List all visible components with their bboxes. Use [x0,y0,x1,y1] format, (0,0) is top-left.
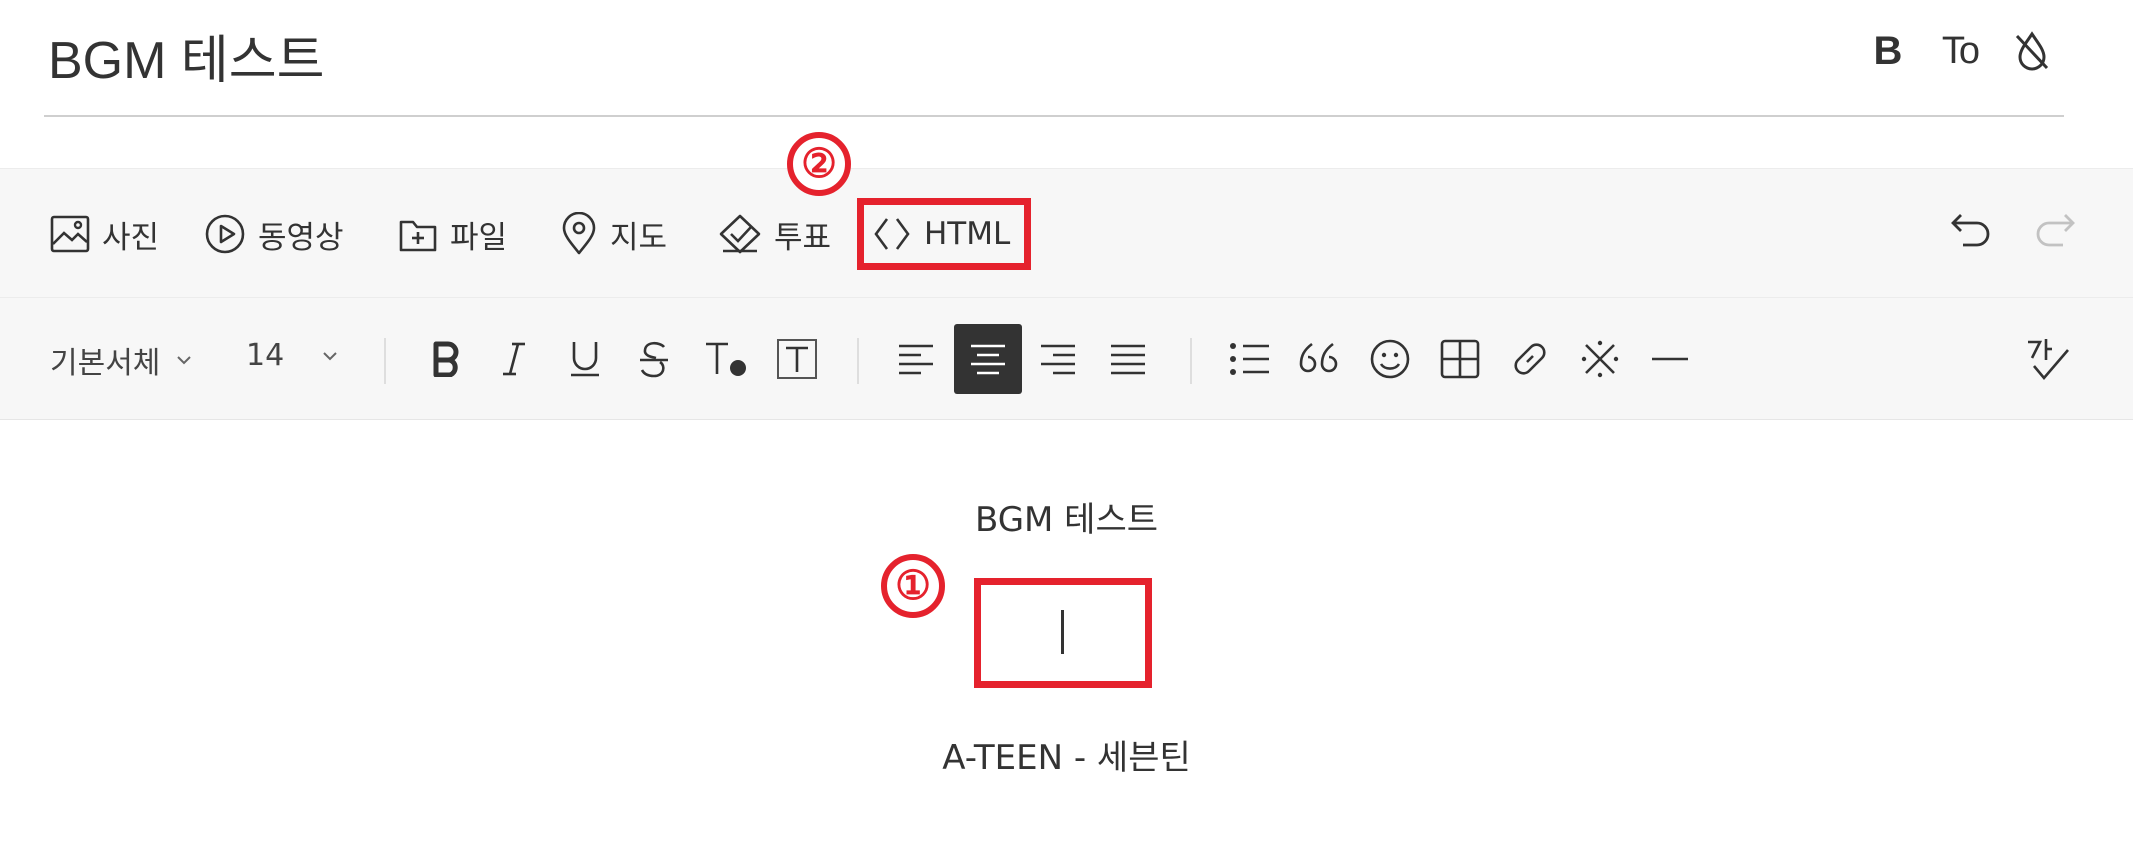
chevron-down-icon [323,351,337,360]
annotation-badge-1: ① [881,554,945,618]
strikethrough-button[interactable] [620,324,688,394]
vote-check-icon [718,213,762,255]
align-center-icon [971,344,1005,375]
title-color-button[interactable] [2009,28,2055,74]
undo-icon[interactable] [1949,209,1993,254]
title-divider [44,115,2064,117]
insert-file-button[interactable]: 파일 [398,207,507,261]
special-char-button[interactable] [1566,324,1634,394]
bold-button[interactable] [412,324,480,394]
title-tools: B To [1865,28,2055,74]
align-left-icon [899,344,933,375]
title-area: BGM 테스트 B To [0,0,2133,118]
text-color-icon [706,342,746,376]
toolbar-divider [857,338,859,384]
italic-icon [503,342,525,376]
history-controls [1949,209,2077,254]
insert-map-button[interactable]: 지도 [560,207,667,261]
text-color-button[interactable] [692,324,760,394]
table-icon [1440,339,1480,379]
toolbar-divider [384,338,386,384]
insert-vote-button[interactable]: 투표 [718,207,831,261]
bullet-list-button[interactable] [1216,324,1284,394]
folder-plus-icon [398,214,438,254]
insert-map-label: 지도 [610,219,668,256]
table-button[interactable] [1426,324,1494,394]
horizontal-rule-icon [1652,357,1688,361]
align-right-button[interactable] [1024,324,1092,394]
content-heading-line[interactable]: BGM 테스트 [0,492,2133,541]
insert-vote-label: 투표 [774,219,832,256]
italic-button[interactable] [480,324,548,394]
text-background-button[interactable] [763,324,831,394]
underline-icon [571,342,599,377]
special-char-icon [1581,340,1619,378]
font-size-select[interactable]: 14 [246,338,338,373]
font-family-value: 기본서체 [50,346,161,381]
image-icon [50,214,90,254]
title-bold-button[interactable]: B [1865,28,1911,74]
map-pin-icon [560,212,598,256]
emoticon-button[interactable] [1356,324,1424,394]
font-family-select[interactable]: 기본서체 [50,338,192,382]
text-style-icon: To [1941,29,1980,72]
drop-slash-icon [2015,31,2049,71]
align-justify-icon [1111,344,1145,375]
annotation-highlight-html [857,198,1031,270]
align-right-icon [1041,344,1075,375]
content-song-line[interactable]: A-TEEN - 세븐틴 [0,730,2133,779]
insert-video-label: 동영상 [258,219,344,256]
annotation-badge-2: ② [787,132,851,196]
insert-toolbar: 사진 동영상 파일 지도 투표 HTML [0,168,2133,298]
spellcheck-button[interactable] [2014,324,2082,394]
bold-icon: B [1873,28,1903,73]
insert-photo-button[interactable]: 사진 [50,207,159,261]
quote-icon [1299,342,1338,373]
redo-icon[interactable] [2033,209,2077,254]
annotation-highlight-cursor [974,578,1152,688]
post-title-input[interactable]: BGM 테스트 [48,18,324,93]
text-background-icon [777,339,817,379]
horizontal-rule-button[interactable] [1636,324,1704,394]
format-toolbar: 기본서체 14 [0,298,2133,420]
bullet-list-icon [1230,343,1269,375]
play-circle-icon [204,213,246,255]
title-text-style-button[interactable]: To [1937,28,1983,74]
smiley-icon [1370,339,1410,379]
spellcheck-icon [2028,339,2069,381]
align-left-button[interactable] [882,324,950,394]
strikethrough-icon [640,341,668,378]
insert-file-label: 파일 [450,219,508,256]
link-button[interactable] [1496,324,1564,394]
chevron-down-icon [177,356,192,365]
align-center-button[interactable] [954,324,1022,394]
quote-button[interactable] [1286,324,1354,394]
insert-photo-label: 사진 [102,219,160,256]
toolbar-divider [1190,338,1192,384]
link-icon [1514,343,1546,375]
font-size-value: 14 [246,338,285,373]
align-justify-button[interactable] [1094,324,1162,394]
bold-icon [433,341,459,377]
insert-video-button[interactable]: 동영상 [204,207,344,261]
underline-button[interactable] [551,324,619,394]
